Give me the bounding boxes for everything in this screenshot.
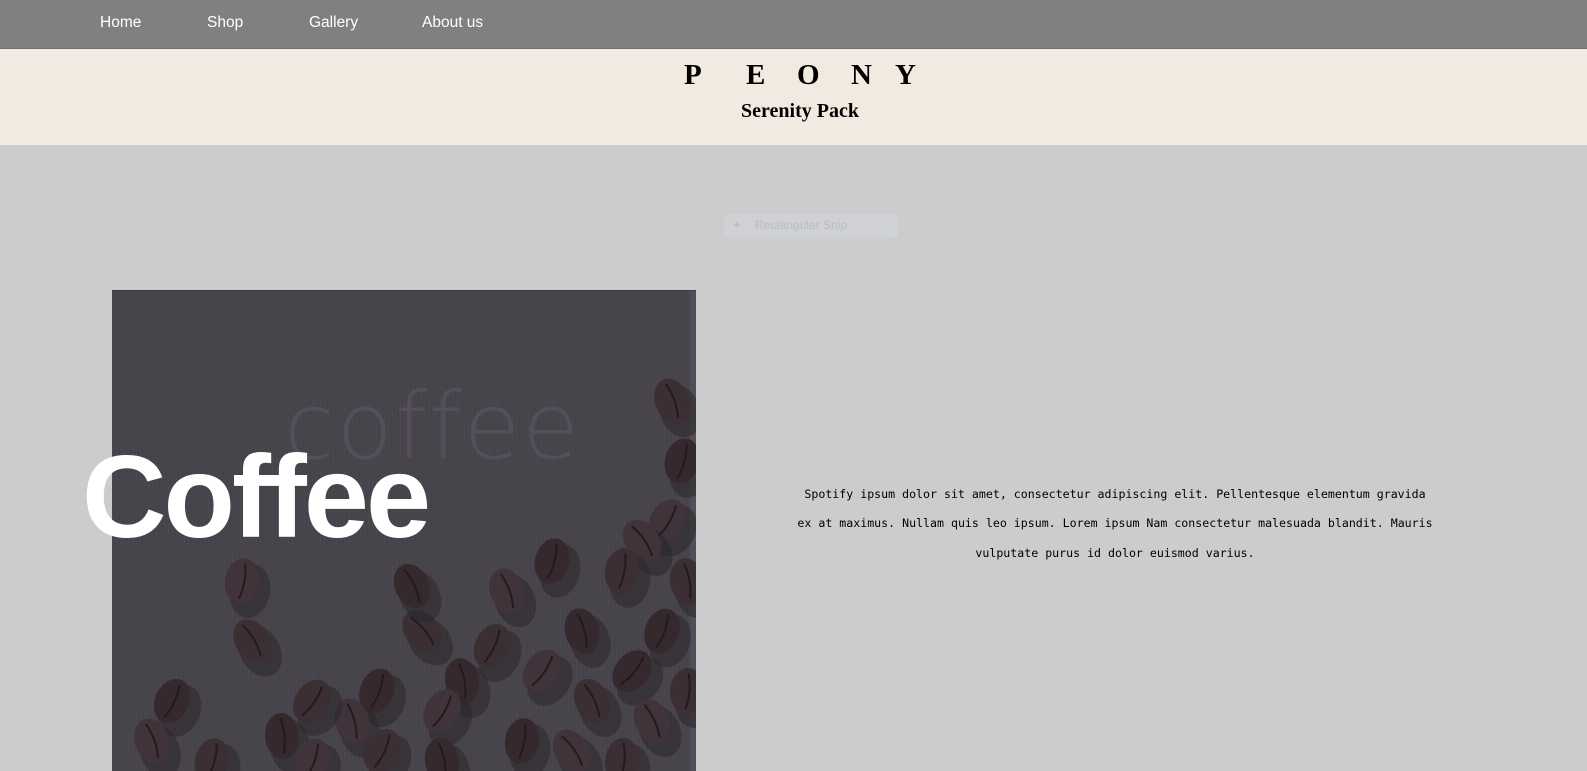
nav-about-link[interactable]: About us: [422, 14, 483, 32]
brand-logo: P E O N Y: [0, 59, 1587, 95]
nav-shop-link[interactable]: Shop: [207, 14, 243, 32]
nav-home-link[interactable]: Home: [100, 14, 141, 32]
brand-letter: E: [746, 59, 766, 91]
hero-title: Coffee: [82, 431, 431, 562]
product-description: Spotify ipsum dolor sit amet, consectetu…: [797, 486, 1433, 560]
header-banner: P E O N Y Serenity Pack: [0, 49, 1587, 145]
snip-icon: ✦: [731, 218, 743, 232]
top-navbar: Home Shop Gallery About us: [0, 0, 1587, 49]
brand-letter: N: [851, 59, 872, 91]
snip-tooltip: ✦ Rectangular Snip: [724, 214, 898, 237]
snip-label: Rectangular Snip: [755, 218, 848, 232]
nav-gallery-link[interactable]: Gallery: [309, 14, 358, 32]
brand-letter: P: [684, 59, 702, 91]
brand-letter: O: [797, 59, 820, 91]
page-subtitle: Serenity Pack: [741, 100, 859, 122]
brand-letter: Y: [895, 59, 916, 91]
